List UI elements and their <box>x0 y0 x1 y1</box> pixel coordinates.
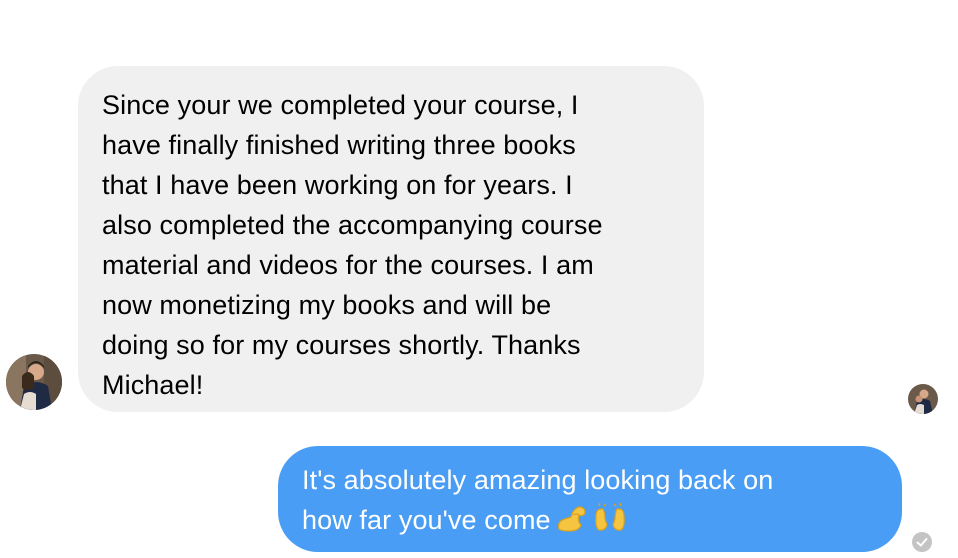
message-text-line: also completed the accompanying course <box>102 210 603 240</box>
message-text-line: doing so for my courses shortly. Thanks <box>102 330 581 360</box>
message-text-line: Michael! <box>102 370 204 400</box>
message-text-line: that I have been working on for years. I <box>102 170 573 200</box>
user-photo-avatar-icon <box>6 354 62 410</box>
chat-thread: Since your we completed your course, I h… <box>0 0 958 558</box>
message-text: how far you've come <box>302 505 551 535</box>
message-text-line-with-emoji: how far you've come <box>302 500 884 540</box>
delivered-check-icon <box>912 532 932 552</box>
sender-avatar[interactable] <box>6 354 62 410</box>
message-text-line: It's absolutely amazing looking back on <box>302 465 774 495</box>
seen-avatar-icon <box>908 384 938 414</box>
raising-hands-emoji-icon <box>593 503 627 533</box>
message-text-line: now monetizing my books and will be <box>102 290 552 320</box>
message-text-line: have finally finished writing three book… <box>102 130 576 160</box>
message-text-line: Since your we completed your course, I <box>102 90 579 120</box>
flexed-biceps-emoji-icon <box>555 503 589 533</box>
outgoing-message-bubble[interactable]: It's absolutely amazing looking back on … <box>278 446 902 552</box>
incoming-message-bubble[interactable]: Since your we completed your course, I h… <box>78 66 704 412</box>
message-text-line: material and videos for the courses. I a… <box>102 250 594 280</box>
